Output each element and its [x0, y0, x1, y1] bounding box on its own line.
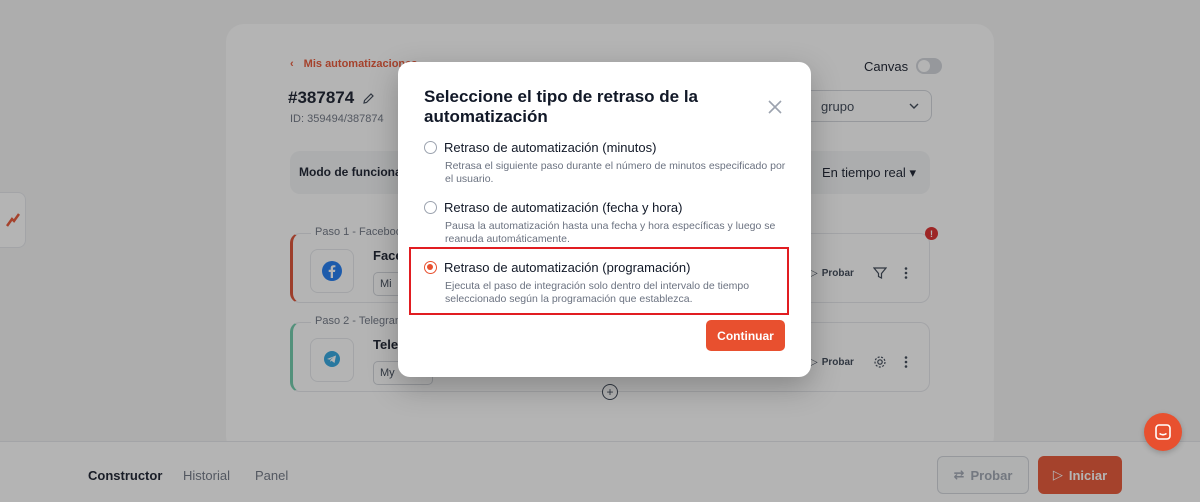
option-label: Retraso de automatización (programación) — [444, 260, 691, 275]
option-description: Retrasa el siguiente paso durante el núm… — [445, 160, 786, 185]
close-icon[interactable] — [766, 98, 784, 116]
continue-button[interactable]: Continuar — [706, 320, 785, 351]
option-description: Pausa la automatización hasta una fecha … — [445, 220, 776, 245]
option-label: Retraso de automatización (minutos) — [444, 140, 657, 155]
radio-delay-minutes[interactable] — [424, 141, 437, 154]
chat-button[interactable] — [1144, 413, 1182, 451]
radio-delay-schedule[interactable] — [424, 261, 437, 274]
radio-delay-datetime[interactable] — [424, 201, 437, 214]
option-description: Ejecuta el paso de integración solo dent… — [445, 280, 750, 305]
option-label: Retraso de automatización (fecha y hora) — [444, 200, 683, 215]
chat-icon — [1155, 424, 1171, 440]
delay-type-modal: Seleccione el tipo de retraso de la auto… — [398, 62, 811, 377]
modal-title: Seleccione el tipo de retraso de la auto… — [424, 87, 698, 126]
